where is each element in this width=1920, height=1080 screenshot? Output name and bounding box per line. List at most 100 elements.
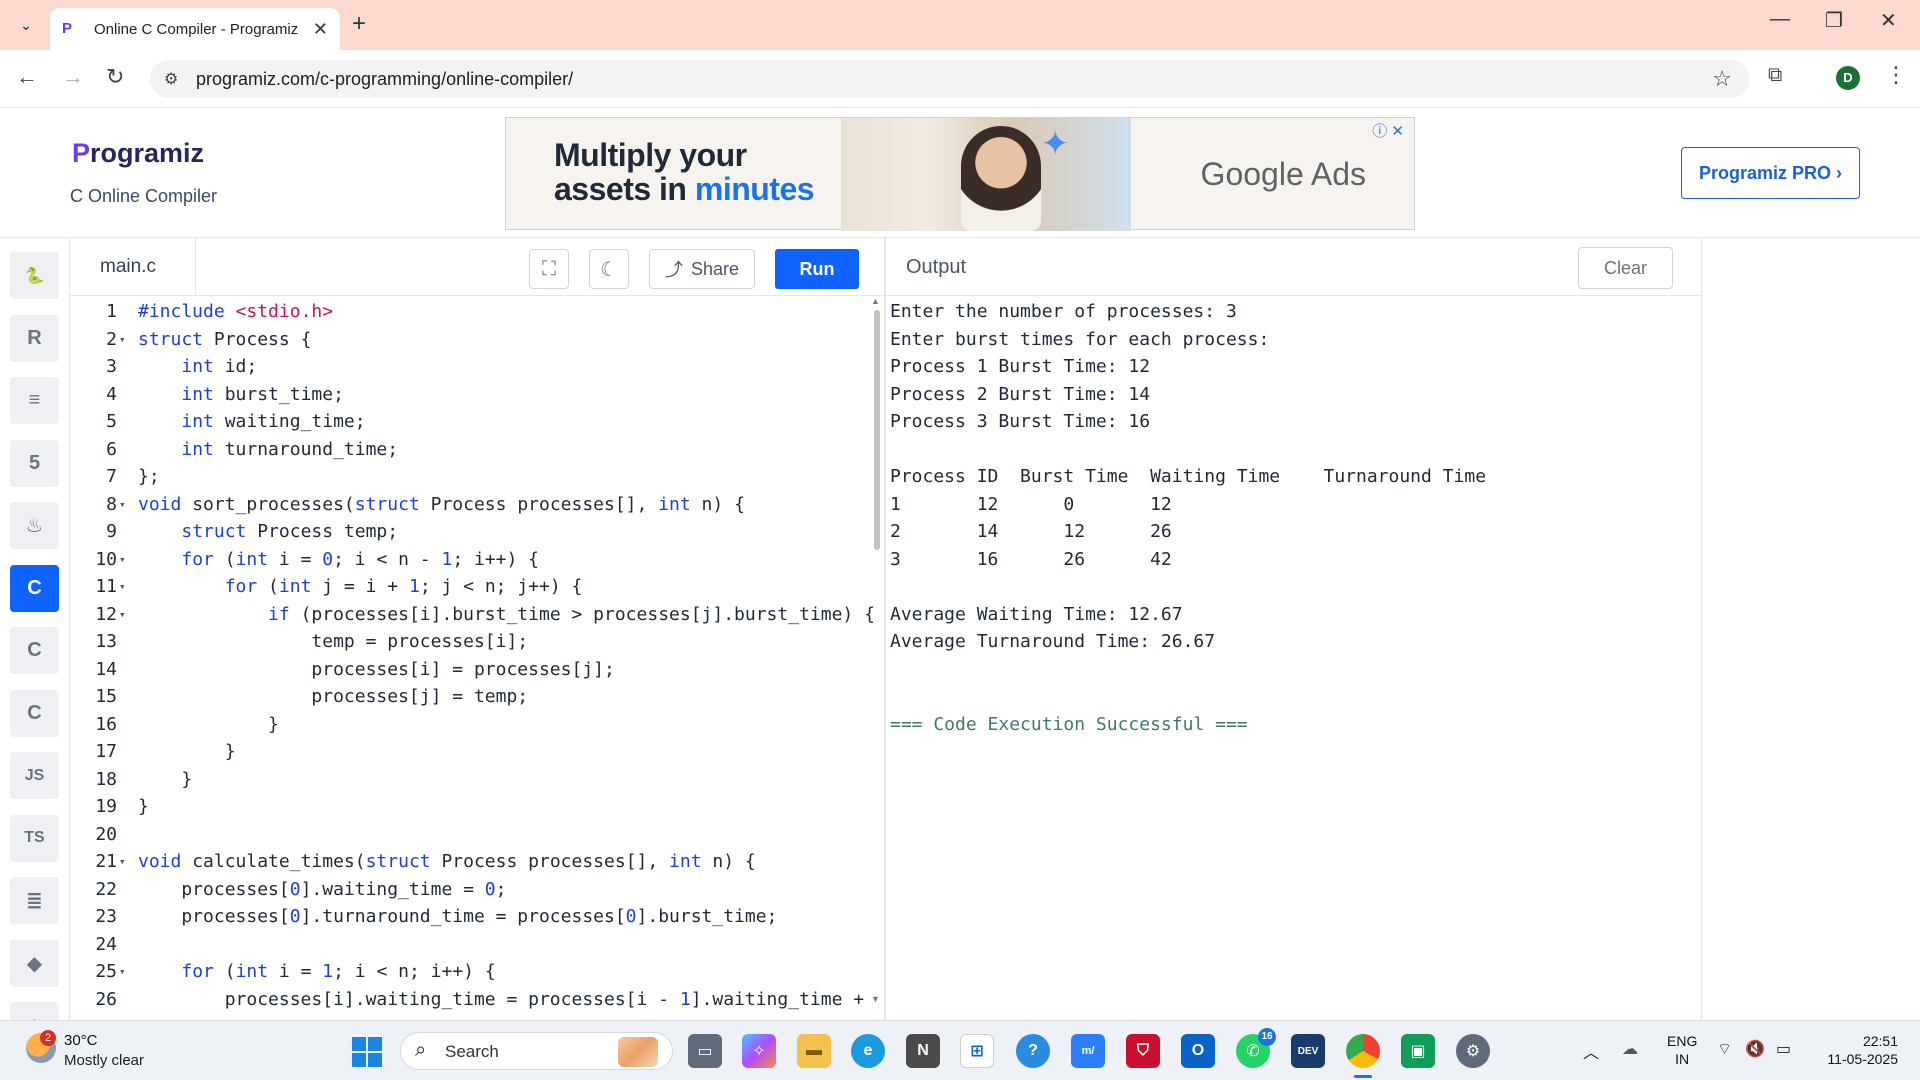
url-text[interactable]: programiz.com/c-programming/online-compi…: [196, 69, 573, 90]
whatsapp-icon[interactable]: ✆ 16: [1236, 1028, 1276, 1068]
js-icon[interactable]: JS: [10, 752, 59, 799]
code-text[interactable]: if (processes[i].burst_time > processes[…: [138, 601, 875, 629]
code-line[interactable]: 18 }: [70, 766, 878, 794]
new-tab-icon[interactable]: +: [352, 10, 366, 38]
dev-c-icon[interactable]: DEV: [1291, 1034, 1325, 1068]
code-line[interactable]: 15 processes[j] = temp;: [70, 683, 878, 711]
share-button[interactable]: ⤴ Share: [649, 249, 755, 289]
dark-mode-icon[interactable]: ☾: [589, 249, 629, 289]
code-line[interactable]: 6 int turnaround_time;: [70, 436, 878, 464]
wifi-icon[interactable]: ⌔: [1717, 1039, 1732, 1059]
copilot-icon[interactable]: ✧: [742, 1034, 776, 1068]
back-icon[interactable]: ←: [16, 64, 38, 90]
address-bar[interactable]: ⚙ programiz.com/c-programming/online-com…: [150, 60, 1750, 98]
run-button[interactable]: Run: [775, 249, 859, 289]
mcafee-icon[interactable]: ⛉: [1126, 1034, 1160, 1068]
code-text[interactable]: struct Process {: [138, 326, 311, 354]
r-icon[interactable]: R: [10, 314, 59, 362]
code-line[interactable]: 7};: [70, 463, 878, 491]
fold-toggle-icon[interactable]: ▾: [119, 601, 131, 629]
code-line[interactable]: 14 processes[i] = processes[j];: [70, 656, 878, 684]
code-line[interactable]: 5 int waiting_time;: [70, 408, 878, 436]
code-text[interactable]: }: [138, 793, 149, 821]
notion-icon[interactable]: N: [906, 1034, 940, 1068]
code-text[interactable]: }: [138, 738, 236, 766]
sql-icon[interactable]: ≡: [10, 377, 59, 424]
code-text[interactable]: processes[0].turnaround_time = processes…: [138, 903, 777, 931]
clear-button[interactable]: Clear: [1578, 247, 1673, 289]
code-line[interactable]: 9 struct Process temp;: [70, 518, 878, 546]
code-text[interactable]: temp = processes[i];: [138, 628, 528, 656]
minimize-icon[interactable]: —: [1770, 8, 1790, 31]
task-view-icon[interactable]: ▭: [688, 1034, 722, 1068]
code-text[interactable]: for (int j = i + 1; j < n; j++) {: [138, 573, 583, 601]
code-line[interactable]: 16 }: [70, 711, 878, 739]
fold-toggle-icon[interactable]: ▾: [119, 546, 131, 574]
python-icon[interactable]: 🐍: [10, 252, 59, 299]
editor-scroll-up-icon[interactable]: ▲: [871, 296, 880, 306]
code-text[interactable]: processes[0].waiting_time = 0;: [138, 876, 506, 904]
battery-icon[interactable]: ▭: [1776, 1039, 1791, 1059]
code-text[interactable]: }: [138, 766, 192, 794]
code-text[interactable]: processes[i] = processes[j];: [138, 656, 614, 684]
fold-toggle-icon[interactable]: ▾: [119, 326, 131, 354]
code-line[interactable]: 11 ▾ for (int j = i + 1; j < n; j++) {: [70, 573, 878, 601]
code-text[interactable]: struct Process temp;: [138, 518, 398, 546]
code-text[interactable]: processes[i].waiting_time = processes[i …: [138, 986, 864, 1014]
code-line[interactable]: 3 int id;: [70, 353, 878, 381]
code-text[interactable]: int id;: [138, 353, 257, 381]
forward-icon[interactable]: →: [62, 64, 84, 90]
fold-toggle-icon[interactable]: ▾: [119, 573, 131, 601]
file-tab-main-c[interactable]: main.c: [70, 238, 196, 296]
code-text[interactable]: int turnaround_time;: [138, 436, 398, 464]
go-icon[interactable]: ≣: [10, 877, 59, 924]
code-line[interactable]: 10 ▾ for (int i = 0; i < n - 1; i++) {: [70, 546, 878, 574]
programiz-logo[interactable]: Programiz: [72, 138, 204, 169]
code-line[interactable]: 17 }: [70, 738, 878, 766]
java-icon[interactable]: ♨: [10, 502, 59, 549]
fold-toggle-icon[interactable]: ▾: [119, 491, 131, 519]
outlook-icon[interactable]: O: [1181, 1034, 1215, 1068]
code-line[interactable]: 20: [70, 821, 878, 849]
code-line[interactable]: 21 ▾ void calculate_times(struct Process p…: [70, 848, 878, 876]
extensions-icon[interactable]: ⧉: [1768, 64, 1782, 87]
restore-icon[interactable]: ❐: [1825, 8, 1843, 33]
settings-gear-icon[interactable]: ⚙: [1456, 1034, 1490, 1068]
ad-info-close-icon[interactable]: ⓘ ✕: [1372, 120, 1404, 141]
fold-toggle-icon[interactable]: ▾: [119, 958, 131, 986]
microsoft-store-icon[interactable]: ⊞: [960, 1034, 994, 1068]
ts-icon[interactable]: TS: [10, 814, 59, 862]
code-text[interactable]: };: [138, 463, 160, 491]
profile-avatar[interactable]: D: [1836, 66, 1860, 90]
code-text[interactable]: for (int i = 1; i < n; i++) {: [138, 958, 495, 986]
code-editor[interactable]: 1 #include <stdio.h> 2 ▾ struct Process {3 i…: [70, 296, 878, 1020]
tab-close-icon[interactable]: ✕: [313, 19, 328, 40]
code-line[interactable]: 19}: [70, 793, 878, 821]
taskbar-search[interactable]: ⌕ Search: [400, 1032, 673, 1070]
code-text[interactable]: void calculate_times(struct Process proc…: [138, 848, 756, 876]
fullscreen-icon[interactable]: ⛶: [529, 249, 569, 289]
browser-menu-icon[interactable]: ⋮: [1885, 62, 1907, 88]
ad-banner[interactable]: Multiply your assets in minutes ✦ Google…: [505, 117, 1415, 231]
code-line[interactable]: 4 int burst_time;: [70, 381, 878, 409]
mylio-icon[interactable]: m/: [1071, 1034, 1105, 1068]
weather-description[interactable]: Mostly clear: [64, 1052, 144, 1069]
code-line[interactable]: 23 processes[0].turnaround_time = proces…: [70, 903, 878, 931]
code-text[interactable]: processes[j] = temp;: [138, 683, 528, 711]
output-console[interactable]: Enter the number of processes: 3 Enter bu…: [890, 296, 1698, 1020]
code-line[interactable]: 22 processes[0].waiting_time = 0;: [70, 876, 878, 904]
volume-muted-icon[interactable]: 🔇: [1745, 1039, 1765, 1059]
tab-search-dropdown-icon[interactable]: ⌄: [10, 9, 42, 41]
code-line[interactable]: 8 ▾ void sort_processes(struct Process pro…: [70, 491, 878, 519]
cpp-icon[interactable]: C: [10, 627, 59, 674]
fold-toggle-icon[interactable]: ▾: [119, 848, 131, 876]
code-line[interactable]: 2 ▾ struct Process {: [70, 326, 878, 354]
site-info-icon[interactable]: ⚙: [164, 69, 178, 89]
taskbar-clock[interactable]: 22:51 11-05-2025: [1818, 1032, 1898, 1068]
language-indicator[interactable]: ENG IN: [1667, 1032, 1697, 1068]
code-text[interactable]: }: [138, 711, 279, 739]
onedrive-icon[interactable]: ☁: [1622, 1039, 1638, 1059]
editor-scroll-down-icon[interactable]: ▼: [871, 994, 880, 1004]
browser-tab-active[interactable]: P Online C Compiler - Programiz ✕: [50, 8, 340, 50]
code-line[interactable]: 1 #include <stdio.h>: [70, 298, 878, 326]
